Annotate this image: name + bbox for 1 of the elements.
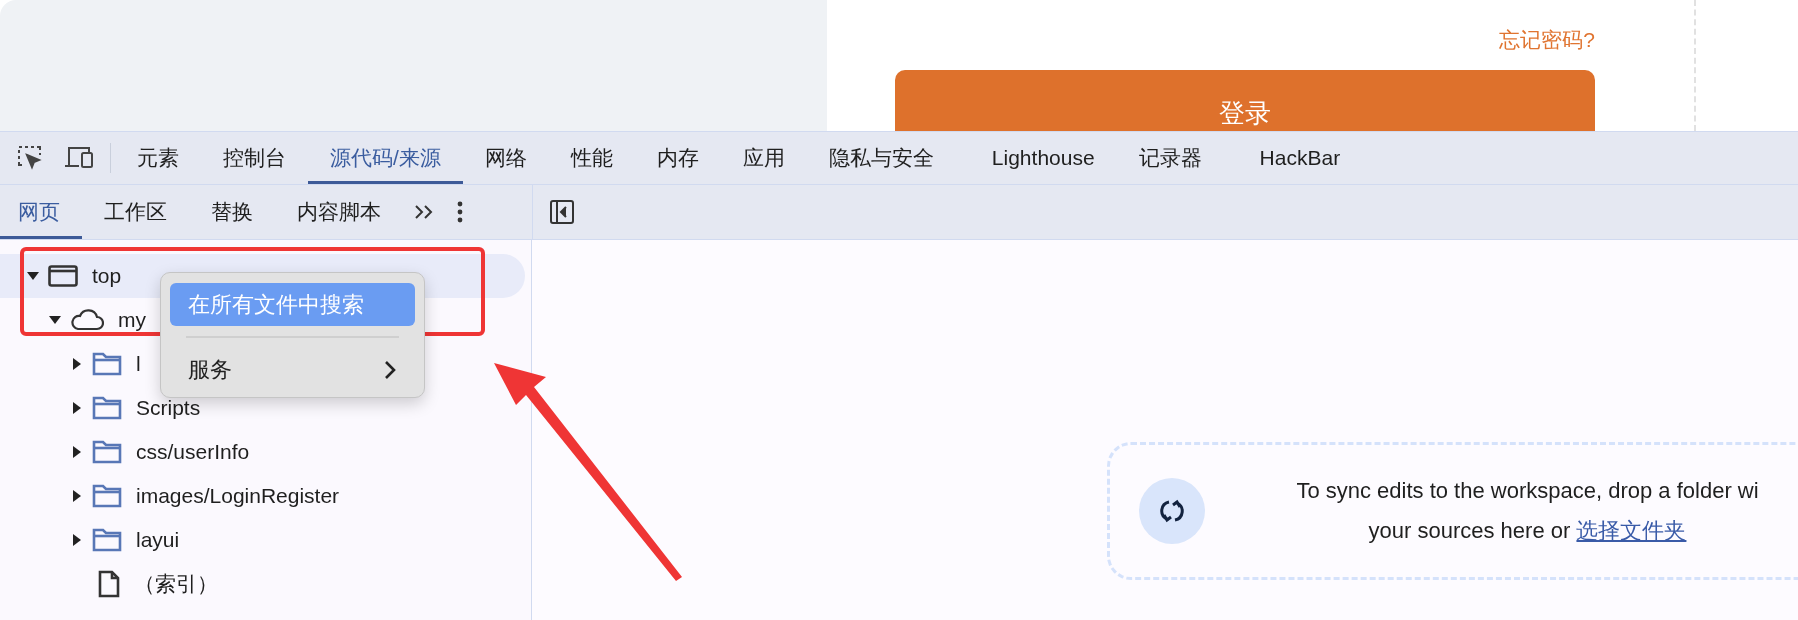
drop-folder-message: To sync edits to the workspace, drop a folder wi your sources here or 选择文件夹 — [1295, 477, 1760, 545]
